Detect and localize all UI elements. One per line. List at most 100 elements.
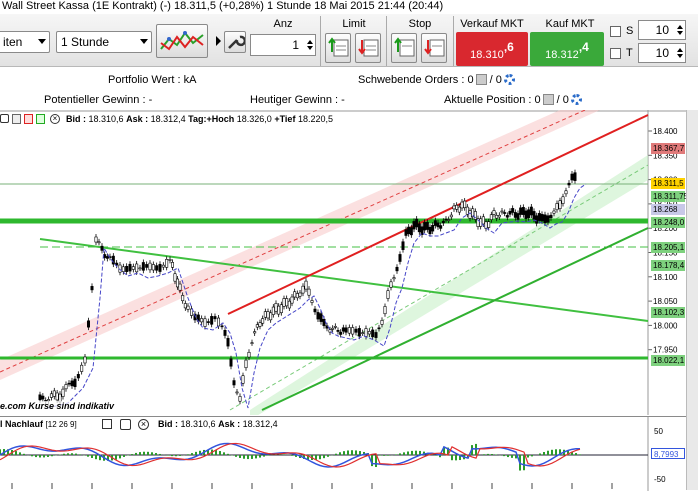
candle-body (159, 264, 161, 271)
potential-label: Potentieller Gewinn : (44, 94, 146, 106)
histogram-bar (387, 455, 389, 456)
candle-body (511, 208, 513, 212)
s-input[interactable]: 10 (638, 20, 686, 40)
sell-arrow-icon[interactable] (24, 114, 33, 124)
position-count: 0 (535, 94, 541, 106)
candle-body (458, 207, 460, 212)
settings-gear-icon[interactable] (571, 94, 582, 105)
spin-down-icon[interactable] (677, 31, 683, 35)
histogram-bar (359, 451, 361, 455)
candle-body (74, 379, 76, 387)
chevron-down-icon (140, 39, 148, 44)
histogram-bar (243, 455, 245, 459)
candle-body (495, 215, 497, 218)
candle-body (437, 223, 439, 227)
price-tick-label: 17.950 (653, 346, 678, 355)
candle-body (442, 221, 444, 223)
candle-body (272, 307, 274, 315)
price-tag: 18.311,75 (651, 191, 685, 202)
spin-up-icon[interactable] (677, 25, 683, 29)
stop-buy-button[interactable] (391, 33, 417, 63)
settings-wrench-button[interactable] (224, 31, 246, 53)
histogram-bar (523, 455, 525, 470)
candle-body (221, 326, 223, 327)
t-checkbox[interactable] (610, 48, 621, 59)
candle-body (217, 318, 219, 326)
histogram-bar (71, 453, 73, 455)
price-chart[interactable]: 18.40018.35018.30018.25018.20018.15018.1… (0, 110, 698, 415)
candle-body (429, 227, 431, 234)
oscillator-canvas[interactable]: 500-50 (0, 417, 698, 491)
histogram-bar (263, 455, 265, 457)
price-chart-canvas[interactable]: 18.40018.35018.30018.25018.20018.15018.1… (0, 110, 698, 415)
candle-body (393, 278, 395, 279)
spin-down-icon[interactable] (307, 46, 313, 50)
histogram-bar (195, 452, 197, 455)
candle-body (135, 264, 137, 272)
potential-profit: Potentieller Gewinn : - (44, 94, 152, 106)
vertical-scrollbar[interactable] (686, 110, 698, 490)
close-icon[interactable]: × (50, 114, 60, 124)
indicators-button[interactable] (156, 24, 208, 58)
candle-body (236, 392, 238, 393)
candle-body (339, 332, 341, 334)
settings-gear-icon[interactable] (504, 74, 515, 85)
chart-type-dropdown[interactable]: iten (0, 31, 50, 53)
histogram-bar (139, 452, 141, 455)
price-tick-label: 18.100 (653, 273, 678, 282)
histogram-bar (507, 455, 509, 457)
candle-body (98, 242, 100, 243)
candle-body (334, 326, 336, 327)
play-arrow-icon[interactable] (216, 36, 221, 46)
histogram-bar (527, 455, 529, 457)
s-checkbox[interactable] (610, 26, 621, 37)
position-list-icon[interactable] (543, 94, 554, 105)
spin-down-icon[interactable] (677, 54, 683, 58)
candle-body (342, 328, 344, 331)
window-icon[interactable] (0, 114, 9, 123)
candle-body (387, 291, 389, 299)
histogram-bar (63, 454, 65, 455)
spin-up-icon[interactable] (677, 48, 683, 52)
histogram-bar (575, 453, 577, 455)
price-tag: 18.268 (651, 204, 685, 215)
oscillator-panel[interactable]: l Nachlauf [12 26 9] × Bid : 18.310,6 As… (0, 416, 698, 490)
histogram-bar (15, 451, 17, 455)
price-tag: 18.022,1 (651, 355, 685, 366)
candle-body (162, 265, 164, 267)
sell-price: 18.310,6 (456, 40, 528, 64)
candle-body (415, 219, 417, 227)
candle-body (77, 374, 79, 378)
histogram-bar (135, 453, 137, 455)
order-list-icon[interactable] (476, 74, 487, 85)
price-tag: 18.178,4 (651, 260, 685, 271)
export-icon[interactable] (12, 114, 21, 124)
bid-value: 18.310,6 (89, 114, 124, 124)
histogram-bar (131, 454, 133, 455)
divider (320, 16, 321, 66)
anz-input[interactable]: 1 (250, 34, 316, 56)
limit-buy-button[interactable] (325, 33, 351, 63)
candle-body (296, 293, 298, 297)
candle-body (308, 289, 310, 295)
pending-count: 0 (467, 74, 473, 86)
candle-body (348, 328, 350, 334)
histogram-bar (179, 455, 181, 456)
histogram-bar (223, 452, 225, 455)
sell-mkt-button[interactable]: 18.310,6 (456, 32, 528, 66)
buy-mkt-button[interactable]: 18.312,4 (530, 32, 604, 66)
candle-body (39, 395, 41, 400)
stop-label: Stop (388, 18, 452, 30)
histogram-bar (147, 452, 149, 455)
histogram-bar (39, 455, 41, 457)
candle-body (368, 331, 370, 334)
interval-value: 1 Stunde (61, 35, 109, 49)
stop-sell-button[interactable] (421, 33, 447, 63)
candle-body (547, 216, 549, 223)
interval-dropdown[interactable]: 1 Stunde (56, 31, 152, 53)
order-toolbar: iten 1 Stunde Anz 1 Limit Stop Verkauf M… (0, 14, 698, 67)
buy-arrow-icon[interactable] (36, 114, 45, 124)
limit-sell-button[interactable] (355, 33, 381, 63)
spin-up-icon[interactable] (307, 40, 313, 44)
t-input[interactable]: 10 (638, 43, 686, 63)
